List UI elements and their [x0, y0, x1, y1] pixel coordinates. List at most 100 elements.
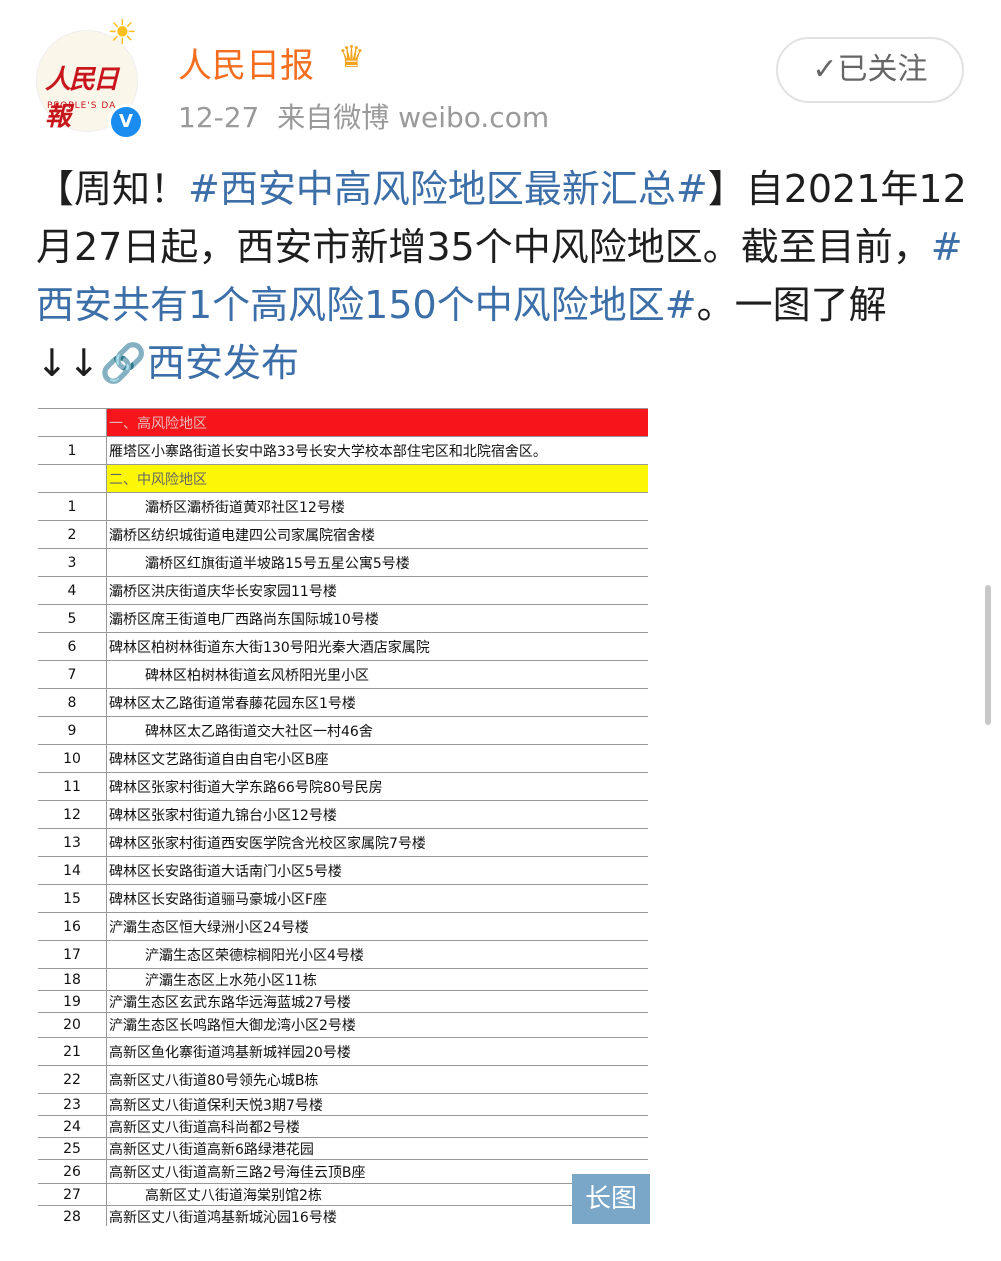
row-address: 灞桥区灞桥街道黄邓社区12号楼 [145, 499, 345, 516]
row-number: 2 [38, 521, 107, 548]
post-text-prefix: 【周知！ [36, 167, 189, 211]
verified-badge-icon: V [108, 104, 144, 140]
row-number: 17 [38, 941, 107, 968]
post-source: 来自微博 weibo.com [277, 101, 550, 134]
row-address: 灞桥区洪庆街道庆华长安家园11号楼 [109, 583, 337, 600]
row-address: 高新区丈八街道保利天悦3期7号楼 [109, 1097, 323, 1114]
row-address: 碑林区张家村街道九锦台小区12号楼 [109, 807, 337, 824]
row-number: 7 [38, 661, 107, 688]
row-number: 12 [38, 801, 107, 828]
table-row: 2 灞桥区纺织城街道电建四公司家属院宿舍楼 [38, 521, 648, 549]
row-address: 浐灞生态区长鸣路恒大御龙湾小区2号楼 [109, 1018, 356, 1034]
table-row: 25 高新区丈八街道高新6路绿港花园 [38, 1138, 648, 1160]
risk-area-table-image[interactable]: 一、高风险地区 1 雁塔区小寨路街道长安中路33号长安大学校本部住宅区和北院宿舍区。… [38, 408, 650, 1226]
row-number: 1 [38, 493, 107, 520]
row-address: 浐灞生态区玄武东路华远海蓝城27号楼 [109, 994, 351, 1011]
table-row: 19 浐灞生态区玄武东路华远海蓝城27号楼 [38, 991, 648, 1013]
row-address: 浐灞生态区上水苑小区11栋 [145, 972, 317, 989]
row-address: 高新区丈八街道高新三路2号海佳云顶B座 [109, 1164, 366, 1181]
table-row: 23 高新区丈八街道保利天悦3期7号楼 [38, 1094, 648, 1116]
row-number: 27 [38, 1184, 107, 1205]
row-address: 高新区鱼化寨街道鸿基新城祥园20号楼 [109, 1044, 351, 1061]
post-date: 12-27 [178, 101, 260, 134]
row-number: 16 [38, 913, 107, 940]
row-number: 26 [38, 1160, 107, 1183]
table-row: 22 高新区丈八街道80号领先心城B栋 [38, 1066, 648, 1094]
row-number: 18 [38, 969, 107, 990]
table-row: 16 浐灞生态区恒大绿洲小区24号楼 [38, 913, 648, 941]
row-number: 21 [38, 1038, 107, 1065]
row-number: 6 [38, 633, 107, 660]
source-link[interactable]: 西安发布 [147, 341, 299, 385]
row-number: 1 [38, 437, 107, 464]
row-address: 碑林区文艺路街道自由自宅小区B座 [109, 751, 329, 768]
avatar-subtext: PEOPLE'S DA [47, 101, 117, 111]
row-address: 二、中风险地区 [107, 465, 648, 492]
row-number: 25 [38, 1138, 107, 1159]
table-row: 1 灞桥区灞桥街道黄邓社区12号楼 [38, 493, 648, 521]
row-address: 碑林区长安路街道大话南门小区5号楼 [109, 863, 342, 880]
row-address: 碑林区太乙路街道交大社区一村46舍 [145, 723, 373, 740]
row-address: 碑林区柏树林街道东大街130号阳光秦大酒店家属院 [109, 639, 430, 656]
table-row: 17 浐灞生态区荣德棕榈阳光小区4号楼 [38, 941, 648, 969]
table-row: 13 碑林区张家村街道西安医学院含光校区家属院7号楼 [38, 829, 648, 857]
table-row: 24 高新区丈八街道高科尚都2号楼 [38, 1116, 648, 1138]
table-row: 二、中风险地区 [38, 465, 648, 493]
post-header: ☀ 人民日報 PEOPLE'S DA V 人民日报 ♛ 12-27 来自微博 w… [0, 0, 1001, 150]
scrollbar[interactable] [985, 585, 991, 725]
table-row: 3 灞桥区红旗街道半坡路15号五星公寓5号楼 [38, 549, 648, 577]
follow-button[interactable]: ✓已关注 [776, 37, 964, 103]
table-row: 一、高风险地区 [38, 409, 648, 437]
row-number: 9 [38, 717, 107, 744]
row-address: 碑林区张家村街道西安医学院含光校区家属院7号楼 [109, 835, 426, 852]
row-address: 浐灞生态区荣德棕榈阳光小区4号楼 [145, 947, 364, 964]
row-number: 10 [38, 745, 107, 772]
table-row: 27 高新区丈八街道海棠别馆2栋 [38, 1184, 648, 1206]
row-address: 一、高风险地区 [107, 409, 648, 436]
table-row: 28 高新区丈八街道鸿基新城沁园16号楼 [38, 1206, 648, 1226]
row-number [38, 465, 107, 492]
row-number: 8 [38, 689, 107, 716]
table-row: 10 碑林区文艺路街道自由自宅小区B座 [38, 745, 648, 773]
table-row: 14 碑林区长安路街道大话南门小区5号楼 [38, 857, 648, 885]
row-number: 24 [38, 1116, 107, 1137]
row-address: 高新区丈八街道高新6路绿港花园 [109, 1141, 314, 1158]
row-address: 雁塔区小寨路街道长安中路33号长安大学校本部住宅区和北院宿舍区。 [109, 443, 547, 460]
row-address: 高新区丈八街道鸿基新城沁园16号楼 [109, 1209, 337, 1226]
row-number: 5 [38, 605, 107, 632]
row-number: 3 [38, 549, 107, 576]
row-address: 碑林区张家村街道大学东路66号院80号民房 [109, 779, 383, 796]
row-number: 19 [38, 991, 107, 1012]
row-address: 碑林区长安路街道骊马豪城小区F座 [109, 891, 328, 908]
row-address: 高新区丈八街道海棠别馆2栋 [145, 1187, 322, 1204]
long-image-badge[interactable]: 长图 [572, 1174, 650, 1224]
row-address: 灞桥区席王街道电厂西路尚东国际城10号楼 [109, 611, 379, 628]
topic-link-1[interactable]: #西安中高风险地区最新汇总# [188, 167, 708, 211]
table-row: 1 雁塔区小寨路街道长安中路33号长安大学校本部住宅区和北院宿舍区。 [38, 437, 648, 465]
link-icon: 🔗 [99, 341, 148, 385]
row-number: 28 [38, 1206, 107, 1226]
table-row: 6 碑林区柏树林街道东大街130号阳光秦大酒店家属院 [38, 633, 648, 661]
row-number: 20 [38, 1013, 107, 1037]
table-row: 12 碑林区张家村街道九锦台小区12号楼 [38, 801, 648, 829]
table-row: 15 碑林区长安路街道骊马豪城小区F座 [38, 885, 648, 913]
row-number: 13 [38, 829, 107, 856]
row-number: 15 [38, 885, 107, 912]
row-address: 碑林区柏树林街道玄风桥阳光里小区 [145, 667, 369, 684]
row-address: 浐灞生态区恒大绿洲小区24号楼 [109, 919, 309, 936]
table-row: 5 灞桥区席王街道电厂西路尚东国际城10号楼 [38, 605, 648, 633]
row-address: 高新区丈八街道高科尚都2号楼 [109, 1119, 300, 1136]
row-number: 11 [38, 773, 107, 800]
sun-icon: ☀ [107, 13, 138, 53]
author-name[interactable]: 人民日报 [178, 38, 314, 87]
row-number: 23 [38, 1094, 107, 1115]
risk-area-table: 一、高风险地区 1 雁塔区小寨路街道长安中路33号长安大学校本部住宅区和北院宿舍区。… [38, 408, 648, 1226]
table-row: 18 浐灞生态区上水苑小区11栋 [38, 969, 648, 991]
row-number [38, 409, 107, 436]
table-row: 8 碑林区太乙路街道常春藤花园东区1号楼 [38, 689, 648, 717]
table-row: 21 高新区鱼化寨街道鸿基新城祥园20号楼 [38, 1038, 648, 1066]
post-meta: 12-27 来自微博 weibo.com [178, 96, 549, 136]
crown-icon: ♛ [338, 40, 365, 75]
row-address: 碑林区太乙路街道常春藤花园东区1号楼 [109, 695, 356, 712]
row-number: 4 [38, 577, 107, 604]
